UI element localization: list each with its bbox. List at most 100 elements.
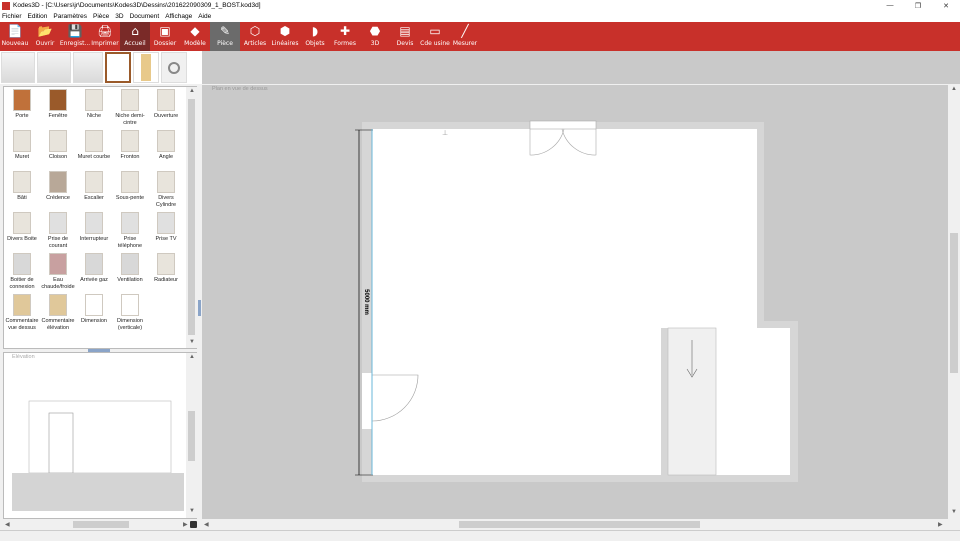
palette-item[interactable]: Arrivée gaz (76, 251, 112, 292)
ribbon-button-mod-le[interactable]: ◆ Modèle (180, 22, 210, 51)
ribbon-button-formes[interactable]: ✚ Formes (330, 22, 360, 51)
scroll-right-icon[interactable]: ▶ (938, 521, 943, 528)
scroll-down-icon[interactable]: ▼ (189, 508, 195, 514)
palette-item-icon (157, 130, 175, 152)
scroll-up-icon[interactable]: ▲ (189, 88, 195, 94)
vertical-splitter-handle[interactable] (198, 300, 201, 316)
palette-item[interactable]: Prise téléphone (112, 210, 148, 251)
palette-item[interactable]: Ouverture (148, 87, 184, 128)
canvas-hscrollbar[interactable]: ◀ ▶ (202, 519, 948, 530)
palette-item[interactable]: Muret (4, 128, 40, 169)
ribbon-icon: ▣ (159, 24, 171, 38)
palette-item-label: Porte (15, 113, 29, 119)
palette-item[interactable]: Ventilation (112, 251, 148, 292)
palette-item[interactable]: Fronton (112, 128, 148, 169)
scroll-right-icon[interactable]: ▶ (183, 521, 188, 528)
palette-scrollbar[interactable]: ▲ ▼ (186, 87, 197, 348)
palette-item[interactable]: Boitier de connexion (4, 251, 40, 292)
scroll-up-icon[interactable]: ▲ (189, 354, 195, 360)
ribbon-label: Imprimer (91, 40, 119, 47)
palette-item[interactable]: Radiateur (148, 251, 184, 292)
close-button[interactable]: ✕ (932, 0, 960, 11)
palette-item[interactable]: Prise de courant (40, 210, 76, 251)
canvas-vscroll-thumb[interactable] (950, 233, 958, 373)
palette-item[interactable]: Porte (4, 87, 40, 128)
ribbon-button-3d[interactable]: ⬣ 3D (360, 22, 390, 51)
elevation-scroll-thumb[interactable] (188, 411, 195, 461)
menu-3d[interactable]: 3D (115, 13, 123, 20)
material-thumb-socket[interactable] (161, 52, 187, 83)
ribbon-button-lin-aires[interactable]: ⬢ Linéaires (270, 22, 300, 51)
elevation-hscroll-thumb[interactable] (73, 521, 129, 528)
scroll-left-icon[interactable]: ◀ (204, 521, 209, 528)
elevation-scrollbar[interactable]: ▲ ▼ (186, 353, 197, 518)
palette-item[interactable]: Niche demi-cintre (112, 87, 148, 128)
palette-item[interactable]: Crédence (40, 169, 76, 210)
ribbon-button-devis[interactable]: ▤ Devis (390, 22, 420, 51)
material-thumb-wood-panel[interactable] (133, 52, 159, 83)
palette-item[interactable]: Niche (76, 87, 112, 128)
palette-item-icon (13, 89, 31, 111)
palette-scroll-thumb[interactable] (188, 99, 195, 335)
ribbon-button-nouveau[interactable]: 📄 Nouveau (0, 22, 30, 51)
menu-fichier[interactable]: Fichier (2, 13, 22, 20)
plan-canvas[interactable]: Plan en vue de dessus 5000 mm ⊥ (202, 85, 948, 519)
lock-icon[interactable] (190, 521, 197, 528)
menu-aide[interactable]: Aide (198, 13, 211, 20)
minimize-button[interactable]: — (876, 0, 904, 11)
palette-item[interactable]: Sous-pente (112, 169, 148, 210)
menu-parametres[interactable]: Paramètres (53, 13, 87, 20)
scroll-down-icon[interactable]: ▼ (951, 509, 957, 515)
scroll-left-icon[interactable]: ◀ (5, 521, 10, 528)
menu-edition[interactable]: Edition (28, 13, 48, 20)
palette-item[interactable]: Angle (148, 128, 184, 169)
elevation-title: Elévation (12, 354, 35, 360)
material-thumb-white-2[interactable] (37, 52, 71, 83)
canvas-hscroll-thumb[interactable] (459, 521, 700, 528)
palette-item[interactable]: Bâti (4, 169, 40, 210)
palette-item[interactable]: Dimension (verticale) (112, 292, 148, 333)
ribbon-button-imprimer[interactable]: 🖨 Imprimer (90, 22, 120, 51)
palette-item[interactable]: Muret courbe (76, 128, 112, 169)
palette-item[interactable]: Commentaire élévation (40, 292, 76, 333)
material-thumb-wood-door[interactable] (105, 52, 131, 83)
elevation-hscrollbar[interactable]: ◀ ▶ (3, 519, 197, 530)
palette-item-label: Crédence (46, 195, 70, 201)
palette-item[interactable]: Interrupteur (76, 210, 112, 251)
material-thumb-white-1[interactable] (1, 52, 35, 83)
ribbon-button-pi-ce[interactable]: ✎ Pièce (210, 22, 240, 51)
palette-item[interactable]: Dimension (76, 292, 112, 333)
ribbon-button-dossier[interactable]: ▣ Dossier (150, 22, 180, 51)
menu-document[interactable]: Document (130, 13, 160, 20)
ribbon-button-articles[interactable]: ⬡ Articles (240, 22, 270, 51)
palette-item[interactable]: Eau chaude/froide (40, 251, 76, 292)
ribbon-button-cde-usine[interactable]: ▭ Cde usine (420, 22, 450, 51)
material-thumb-white-3[interactable] (73, 52, 103, 83)
window-title: Kodes3D - [C:\Users\jr\Documents\Kodes3D… (13, 2, 261, 9)
palette-item-label: Niche (86, 113, 102, 119)
palette-item[interactable]: Commentaire vue dessus (4, 292, 40, 333)
floor-plan[interactable]: 5000 mm ⊥ (202, 85, 948, 519)
palette-item[interactable]: Fenêtre (40, 87, 76, 128)
palette-item[interactable]: Divers Boite (4, 210, 40, 251)
palette-item-icon (121, 130, 139, 152)
ribbon-button-mesurer[interactable]: ╱ Mesurer (450, 22, 480, 51)
palette-item[interactable]: Prise TV (148, 210, 184, 251)
maximize-button[interactable]: ❐ (904, 0, 932, 11)
app-logo-icon (2, 1, 10, 10)
scroll-up-icon[interactable]: ▲ (951, 86, 957, 92)
palette-item[interactable]: Cloison (40, 128, 76, 169)
canvas-vscrollbar[interactable]: ▲ ▼ (948, 85, 960, 519)
palette-item-label: Fronton (120, 154, 140, 160)
palette-item[interactable]: Escalier (76, 169, 112, 210)
ribbon-button-ouvrir[interactable]: 📂 Ouvrir (30, 22, 60, 51)
ribbon-button-accueil[interactable]: ⌂ Accueil (120, 22, 150, 51)
menu-piece[interactable]: Pièce (93, 13, 109, 20)
menu-affichage[interactable]: Affichage (165, 13, 192, 20)
palette-item-icon (49, 89, 67, 111)
scroll-down-icon[interactable]: ▼ (189, 339, 195, 345)
ribbon-button-enregist[interactable]: 💾 Enregist... (60, 22, 90, 51)
ribbon-button-objets[interactable]: ◗ Objets (300, 22, 330, 51)
palette-item-label: Divers Cylindre (155, 195, 177, 208)
palette-item[interactable]: Divers Cylindre (148, 169, 184, 210)
